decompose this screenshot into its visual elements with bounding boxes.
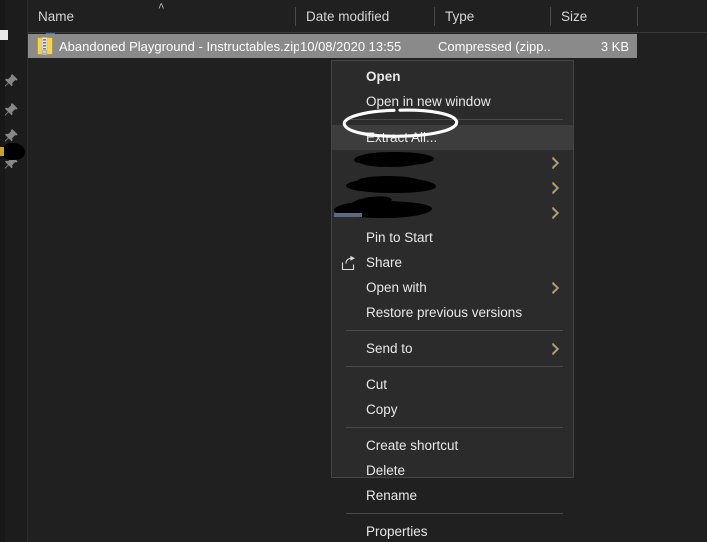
menu-item-restore-previous-versions[interactable]: Restore previous versions xyxy=(332,300,573,325)
menu-item-rename[interactable]: Rename xyxy=(332,483,573,508)
column-header-date-modified[interactable]: Date modified xyxy=(296,0,434,33)
redaction-mark xyxy=(0,143,25,160)
menu-item-redacted-2[interactable] xyxy=(332,175,573,200)
cell-size: 3 KB xyxy=(600,38,629,54)
menu-item-label: Cut xyxy=(366,377,388,392)
menu-separator xyxy=(346,119,563,120)
menu-item-properties[interactable]: Properties xyxy=(332,519,573,542)
menu-item-share[interactable]: Share xyxy=(332,250,573,275)
pin-icon[interactable] xyxy=(3,128,19,144)
menu-item-send-to[interactable]: Send to xyxy=(332,336,573,361)
menu-item-open[interactable]: Open xyxy=(332,64,573,89)
cell-file-name: Abandoned Playground - Instructables.zip xyxy=(59,38,299,54)
column-header-name[interactable]: Name xyxy=(28,0,295,33)
redaction-mark xyxy=(362,159,417,167)
navigation-pane xyxy=(0,0,28,542)
file-context-menu[interactable]: Open Open in new window Extract All... P… xyxy=(331,60,574,539)
chevron-right-icon xyxy=(551,281,560,295)
menu-separator xyxy=(346,513,563,514)
menu-item-label: Extract All... xyxy=(366,130,438,145)
menu-item-pin-to-start[interactable]: Pin to Start xyxy=(332,225,573,250)
chevron-right-icon xyxy=(551,206,560,220)
pin-icon[interactable] xyxy=(3,73,19,89)
redaction-mark xyxy=(334,213,362,217)
table-row[interactable]: Abandoned Playground - Instructables.zip… xyxy=(28,34,637,58)
menu-item-label: Rename xyxy=(366,488,418,503)
chevron-right-icon xyxy=(551,181,560,195)
chevron-right-icon xyxy=(551,156,560,170)
menu-item-open-with[interactable]: Open with xyxy=(332,275,573,300)
cell-type: Compressed (zipp... xyxy=(438,38,550,54)
chevron-right-icon xyxy=(551,342,560,356)
nav-top-chip xyxy=(0,30,8,40)
file-explorer-window: ˄ Name Date modified Type Size Abandoned… xyxy=(0,0,707,542)
menu-item-label: Copy xyxy=(366,402,398,417)
zip-file-icon xyxy=(37,37,53,55)
menu-item-create-shortcut[interactable]: Create shortcut xyxy=(332,433,573,458)
redaction-mark xyxy=(334,201,432,218)
menu-item-cut[interactable]: Cut xyxy=(332,372,573,397)
column-header-row: ˄ Name Date modified Type Size xyxy=(28,0,707,33)
menu-separator xyxy=(346,427,563,428)
menu-item-label: Delete xyxy=(366,463,406,478)
redaction-mark xyxy=(354,152,434,166)
menu-item-label: Pin to Start xyxy=(366,230,433,245)
menu-item-extract-all[interactable]: Extract All... xyxy=(332,125,573,150)
menu-item-label: Restore previous versions xyxy=(366,305,523,320)
column-divider[interactable] xyxy=(637,7,638,26)
menu-item-label: Send to xyxy=(366,341,413,356)
menu-separator xyxy=(346,330,563,331)
menu-item-label: Properties xyxy=(366,524,428,539)
menu-item-label: Create shortcut xyxy=(366,438,459,453)
menu-item-label: Open xyxy=(366,69,401,84)
column-header-size[interactable]: Size xyxy=(551,0,637,33)
cell-date-modified: 10/08/2020 13:55 xyxy=(300,38,402,54)
menu-item-copy[interactable]: Copy xyxy=(332,397,573,422)
pin-icon[interactable] xyxy=(3,102,19,118)
menu-item-label: Share xyxy=(366,255,403,270)
menu-item-label: Open with xyxy=(366,280,427,295)
column-header-type[interactable]: Type xyxy=(435,0,550,33)
redaction-mark xyxy=(346,178,436,193)
menu-item-delete[interactable]: Delete xyxy=(332,458,573,483)
menu-item-redacted-1[interactable] xyxy=(332,150,573,175)
menu-item-label: Open in new window xyxy=(366,94,491,109)
share-icon xyxy=(341,255,357,271)
menu-separator xyxy=(346,366,563,367)
menu-item-open-in-new-window[interactable]: Open in new window xyxy=(332,89,573,114)
menu-item-redacted-3[interactable] xyxy=(332,194,573,225)
redaction-mark xyxy=(358,176,418,185)
